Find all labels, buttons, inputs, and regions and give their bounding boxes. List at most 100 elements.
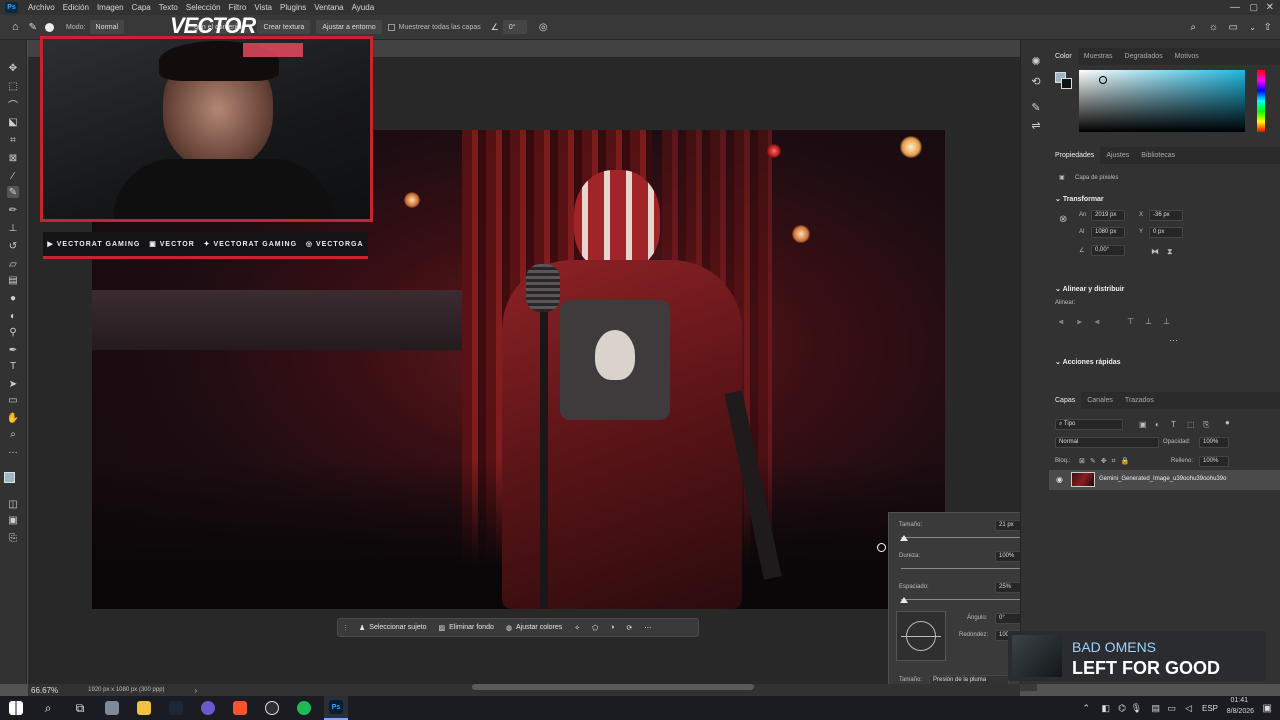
clock-time[interactable]: 01:41	[1230, 697, 1248, 704]
more-tools-icon[interactable]: …	[7, 444, 19, 456]
menu-imagen[interactable]: Imagen	[93, 3, 128, 12]
color-picker-field[interactable]	[1079, 70, 1245, 132]
windows-start-icon[interactable]	[4, 696, 28, 720]
blur-tool-icon[interactable]: ●	[7, 292, 19, 304]
notifications-icon[interactable]: ▣	[1263, 703, 1272, 714]
menu-filtro[interactable]: Filtro	[225, 3, 251, 12]
tab-layers[interactable]: Capas	[1049, 392, 1082, 409]
align-left-icon[interactable]: ⫷	[1059, 317, 1064, 327]
pen-tool-icon[interactable]: ✒	[7, 344, 19, 356]
x-field[interactable]: -36 px	[1149, 210, 1183, 221]
smudge-tool-icon[interactable]: ⚲	[7, 326, 19, 338]
width-field[interactable]: 2019 px	[1091, 210, 1125, 221]
tray-chevron-icon[interactable]: ⌃	[1082, 703, 1090, 714]
lightbulb-icon[interactable]: ☼	[1209, 22, 1218, 33]
maximize-icon[interactable]: ▢	[1249, 2, 1258, 13]
opacity-field[interactable]: 100%	[1199, 437, 1229, 448]
brave-icon[interactable]	[228, 696, 252, 720]
search-icon[interactable]: ⌕	[1190, 22, 1196, 33]
spacing-slider-knob[interactable]	[899, 597, 908, 603]
align-top-icon[interactable]: ⊤	[1127, 317, 1134, 326]
size-slider-knob[interactable]	[899, 535, 908, 541]
zoom-level[interactable]: 66.67%	[31, 686, 58, 695]
color-picker-cursor[interactable]	[1099, 76, 1107, 84]
photoshop-taskbar-icon[interactable]: Ps	[324, 696, 348, 720]
browser-icon[interactable]	[196, 696, 220, 720]
menu-seleccion[interactable]: Selección	[182, 3, 225, 12]
brush-tool-icon[interactable]: ✏	[7, 204, 19, 216]
filter-shape-icon[interactable]: ⬚	[1187, 420, 1195, 429]
filter-smart-icon[interactable]: ⎘	[1203, 420, 1209, 430]
foreground-color-swatch[interactable]	[4, 472, 15, 483]
spotify-icon[interactable]	[292, 696, 316, 720]
eraser-tool-icon[interactable]: ▱	[7, 258, 19, 270]
photoshop-logo-icon[interactable]: Ps	[5, 2, 18, 13]
select-subject-button[interactable]: ♟ Seleccionar sujeto	[353, 620, 432, 635]
layer-name[interactable]: Gemini_Generated_Image_u39oohu39oohu39o	[1099, 476, 1226, 482]
sync-icon[interactable]: ⟳	[620, 620, 638, 635]
menu-vista[interactable]: Vista	[250, 3, 276, 12]
share-screen-icon[interactable]: ⎘	[7, 532, 19, 544]
healing-brush-tool-icon[interactable]: ✎	[7, 186, 19, 198]
pressure-icon[interactable]: ◎	[539, 22, 548, 33]
transform-icon[interactable]: ⬠	[586, 620, 604, 635]
steam-icon[interactable]	[164, 696, 188, 720]
menu-ayuda[interactable]: Ayuda	[348, 3, 379, 12]
align-right-icon[interactable]: ⫷	[1095, 317, 1100, 327]
tray-monitor-icon[interactable]: ▭	[1167, 703, 1176, 714]
align-middle-icon[interactable]: ⊥	[1145, 317, 1152, 326]
create-texture-button[interactable]: Crear textura	[257, 20, 311, 34]
tab-properties[interactable]: Propiedades	[1049, 147, 1101, 164]
brush-preset-icon[interactable]	[45, 22, 55, 32]
tab-adjustments[interactable]: Ajustes	[1100, 147, 1135, 164]
home-icon[interactable]: ⌂	[12, 21, 19, 33]
explorer-app-icon[interactable]	[100, 696, 124, 720]
lasso-tool-icon[interactable]: ⌒	[7, 98, 19, 112]
quick-mask-icon[interactable]: ◫	[7, 498, 19, 510]
menu-ventana[interactable]: Ventana	[310, 3, 347, 12]
tab-color[interactable]: Color	[1049, 48, 1078, 65]
eyedropper-tool-icon[interactable]: ⁄	[7, 170, 19, 182]
search-icon[interactable]: ⌕	[36, 696, 60, 720]
link-icon[interactable]: ⊗	[1059, 214, 1067, 225]
menu-archivo[interactable]: Archivo	[24, 3, 59, 12]
frame-tool-icon[interactable]: ⊠	[7, 152, 19, 164]
tab-gradients[interactable]: Degradados	[1119, 48, 1169, 65]
gradient-tool-icon[interactable]: ▤	[7, 274, 19, 286]
clock-date[interactable]: 8/8/2026	[1227, 708, 1254, 715]
zoom-tool-icon[interactable]: ⌕	[7, 428, 19, 440]
filter-adjust-icon[interactable]: ◐	[1155, 420, 1160, 429]
menu-capa[interactable]: Capa	[128, 3, 155, 12]
workspace-chevron-icon[interactable]: ⌄	[1249, 23, 1256, 32]
tab-paths[interactable]: Trazados	[1119, 392, 1160, 409]
close-icon[interactable]: ✕	[1266, 2, 1274, 13]
mode-select[interactable]: Normal	[89, 20, 125, 34]
menu-texto[interactable]: Texto	[155, 3, 182, 12]
rotation-field[interactable]: 0,00°	[1091, 245, 1125, 256]
magic-wand-icon[interactable]: ✧	[568, 620, 586, 635]
screen-mode-icon[interactable]: ▣	[7, 514, 19, 526]
history-brush-tool-icon[interactable]: ↺	[7, 240, 19, 252]
hand-tool-icon[interactable]: ✋	[7, 412, 19, 424]
tray-folder-icon[interactable]: ▤	[1151, 703, 1160, 714]
drag-handle-icon[interactable]: ⋮	[338, 624, 353, 632]
flip-vertical-icon[interactable]: ⧗	[1167, 247, 1173, 257]
align-section-title[interactable]: ⌄ Alinear y distribuir	[1055, 285, 1124, 293]
fill-field[interactable]: 100%	[1199, 456, 1229, 467]
hue-slider[interactable]	[1257, 70, 1265, 132]
transform-section-title[interactable]: ⌄ Transformar	[1055, 195, 1104, 203]
size-slider-track[interactable]	[901, 537, 1029, 538]
path-select-tool-icon[interactable]: ➤	[7, 378, 19, 390]
layer-row[interactable]: ◉ Gemini_Generated_Image_u39oohu39oohu39…	[1049, 470, 1280, 490]
horizontal-scrollbar[interactable]	[472, 684, 754, 690]
history-icon[interactable]: ⟲	[1029, 74, 1043, 88]
hardness-slider-track[interactable]	[901, 568, 1029, 569]
layer-filter-select[interactable]: ⌕ Tipo	[1055, 419, 1123, 430]
align-center-icon[interactable]: ⫸	[1077, 317, 1082, 327]
crop-tool-icon[interactable]: ⌗	[7, 134, 19, 146]
spacing-slider-track[interactable]	[901, 599, 1029, 600]
angle-field[interactable]: 0°	[502, 20, 527, 34]
dodge-tool-icon[interactable]: ◐	[7, 310, 19, 322]
quick-actions-title[interactable]: ⌄ Acciones rápidas	[1055, 358, 1121, 366]
healing-brush-icon[interactable]: ✎	[29, 22, 37, 33]
